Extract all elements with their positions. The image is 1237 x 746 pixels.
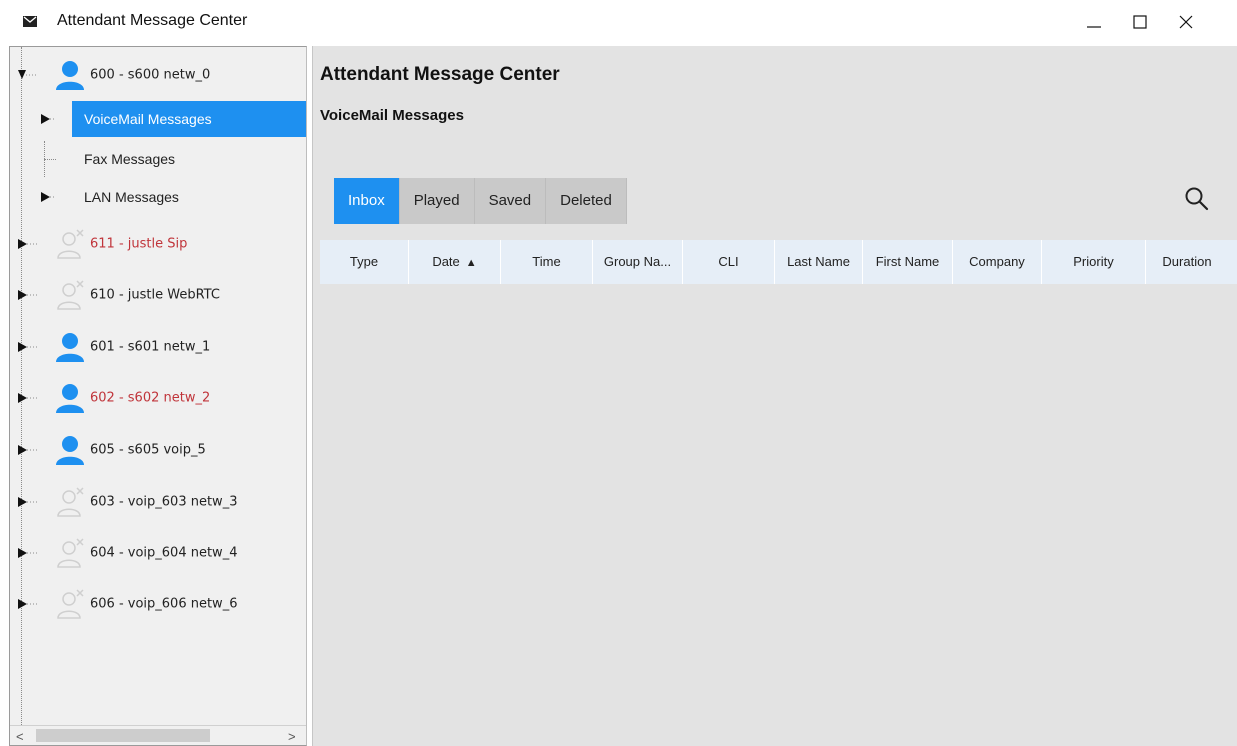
tree-child-label: LAN Messages (84, 189, 179, 205)
column-label: Type (349, 254, 379, 269)
user-online-icon (56, 436, 84, 465)
sort-ascending-icon: ▲ (465, 257, 477, 269)
tab-inbox[interactable]: Inbox (334, 178, 400, 224)
collapsed-arrow-icon[interactable] (17, 341, 37, 353)
tree-node-601[interactable]: 601 - s601 netw_1 (10, 327, 306, 367)
column-header-company[interactable]: Company (953, 240, 1042, 284)
tree-node-label: 606 - voip_606 netw_6 (90, 596, 238, 612)
tree-node-label: 601 - s601 netw_1 (90, 339, 211, 355)
messages-table-header: Type Date ▲ Time Group Na... CLI Last Nam… (320, 240, 1237, 284)
scroll-left-button[interactable]: < (16, 729, 24, 744)
column-label: CLI (718, 254, 739, 269)
collapsed-arrow-icon[interactable] (17, 238, 37, 250)
column-label: Group Na... (603, 254, 672, 269)
collapsed-arrow-icon[interactable] (17, 598, 37, 610)
tree-node-603[interactable]: 603 - voip_603 netw_3 (10, 482, 306, 522)
main-panel: Attendant Message Center VoiceMail Messa… (312, 46, 1237, 746)
page-title: Attendant Message Center (320, 64, 560, 85)
user-offline-icon (57, 229, 84, 259)
tree-node-label: 600 - s600 netw_0 (90, 67, 211, 83)
tree-node-605[interactable]: 605 - s605 voip_5 (10, 430, 306, 470)
tree-child-fax[interactable]: Fax Messages (10, 141, 306, 177)
tree-child-label: Fax Messages (84, 151, 176, 167)
tree-connector (44, 159, 56, 160)
collapsed-arrow-icon[interactable] (17, 289, 37, 301)
tree-child-label: VoiceMail Messages (72, 101, 306, 137)
column-label: Company (969, 254, 1025, 269)
user-offline-icon (57, 487, 84, 517)
user-online-icon (56, 333, 84, 362)
minimize-icon (1087, 26, 1101, 28)
tree-node-label: 605 - s605 voip_5 (90, 442, 206, 458)
expanded-arrow-icon[interactable] (17, 69, 37, 81)
tree-node-610[interactable]: 610 - justle WebRTC (10, 275, 306, 315)
column-header-group-name[interactable]: Group Na... (593, 240, 683, 284)
tree-node-label: 611 - justle Sip (90, 236, 188, 252)
window-title: Attendant Message Center (57, 12, 248, 29)
column-label: Last Name (787, 254, 850, 269)
collapsed-arrow-icon[interactable] (17, 392, 37, 404)
section-title: VoiceMail Messages (320, 107, 464, 124)
tree-node-label: 603 - voip_603 netw_3 (90, 494, 238, 510)
column-label: First Name (875, 254, 940, 269)
title-bar: Attendant Message Center (0, 0, 1237, 44)
collapsed-arrow-icon[interactable] (17, 496, 37, 508)
column-header-last-name[interactable]: Last Name (775, 240, 863, 284)
close-icon (1179, 15, 1193, 29)
message-tabs: Inbox Played Saved Deleted (334, 178, 627, 224)
tree-node-label: 610 - justle WebRTC (90, 287, 220, 303)
column-label: Date (432, 254, 460, 269)
column-header-duration[interactable]: Duration (1146, 240, 1228, 284)
column-header-time[interactable]: Time (501, 240, 593, 284)
tree-child-lan[interactable]: LAN Messages (10, 179, 306, 215)
tree-node-606[interactable]: 606 - voip_606 netw_6 (10, 584, 306, 624)
collapsed-arrow-icon[interactable] (40, 113, 56, 125)
collapsed-arrow-icon[interactable] (40, 191, 56, 203)
column-header-type[interactable]: Type (320, 240, 409, 284)
tab-deleted[interactable]: Deleted (546, 178, 627, 224)
column-header-first-name[interactable]: First Name (863, 240, 953, 284)
tree-node-label: 602 - s602 netw_2 (90, 390, 211, 406)
scrollbar-thumb[interactable] (36, 729, 210, 742)
column-label: Time (532, 254, 561, 269)
extension-tree[interactable]: 600 - s600 netw_0 VoiceMail Messages Fax… (9, 46, 307, 746)
tree-child-voicemail[interactable]: VoiceMail Messages (10, 101, 306, 137)
search-icon[interactable] (1184, 186, 1210, 212)
user-offline-icon (57, 280, 84, 310)
tree-node-602[interactable]: 602 - s602 netw_2 (10, 378, 306, 418)
tab-played[interactable]: Played (399, 178, 475, 224)
column-header-date[interactable]: Date ▲ (409, 240, 501, 284)
collapsed-arrow-icon[interactable] (17, 547, 37, 559)
column-header-priority[interactable]: Priority (1042, 240, 1146, 284)
close-button[interactable] (1163, 6, 1209, 38)
tab-saved[interactable]: Saved (474, 178, 547, 224)
column-label: Duration (1162, 254, 1212, 269)
scroll-right-button[interactable]: > (288, 729, 296, 744)
user-offline-icon (57, 589, 84, 619)
tree-node-label: 604 - voip_604 netw_4 (90, 545, 238, 561)
user-online-icon (56, 61, 84, 90)
user-online-icon (56, 384, 84, 413)
tree-node-604[interactable]: 604 - voip_604 netw_4 (10, 533, 306, 573)
minimize-button[interactable] (1071, 6, 1117, 38)
maximize-button[interactable] (1117, 6, 1163, 38)
collapsed-arrow-icon[interactable] (17, 444, 37, 456)
maximize-icon (1133, 15, 1147, 29)
tree-node-611[interactable]: 611 - justle Sip (10, 224, 306, 264)
tree-node-root[interactable]: 600 - s600 netw_0 (10, 55, 306, 95)
horizontal-scrollbar[interactable]: < > (10, 725, 306, 745)
user-offline-icon (57, 538, 84, 568)
column-label: Priority (1073, 254, 1114, 269)
column-header-cli[interactable]: CLI (683, 240, 775, 284)
envelope-icon (23, 16, 37, 27)
